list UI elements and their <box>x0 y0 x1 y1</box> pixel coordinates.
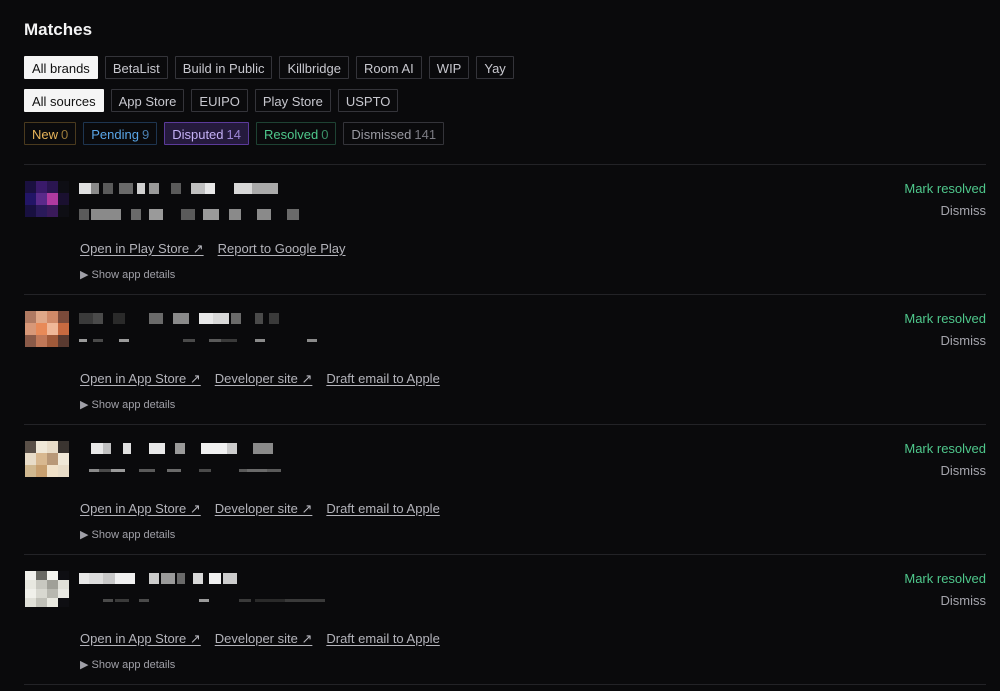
show-app-details-toggle[interactable]: ▶ Show app details <box>80 398 175 411</box>
match-row: Open in App Store ↗ Developer site ↗ Dra… <box>24 555 986 685</box>
source-chip-euipo[interactable]: EUIPO <box>191 89 248 112</box>
open-in-app-store-link[interactable]: Open in App Store ↗ <box>80 501 201 517</box>
status-chip-dismissed[interactable]: Dismissed 141 <box>343 122 445 145</box>
developer-site-link[interactable]: Developer site ↗ <box>215 631 313 647</box>
status-count: 14 <box>226 127 241 142</box>
developer-site-link[interactable]: Developer site ↗ <box>215 501 313 517</box>
source-chip-uspto[interactable]: USPTO <box>337 89 399 112</box>
brand-chip-room-ai[interactable]: Room AI <box>355 56 422 79</box>
dismiss-button[interactable]: Dismiss <box>904 593 987 608</box>
brand-chip-wip[interactable]: WIP <box>428 56 470 79</box>
developer-site-link[interactable]: Developer site ↗ <box>215 371 313 387</box>
app-name-redacted <box>79 573 237 584</box>
show-app-details-toggle[interactable]: ▶ Show app details <box>80 658 175 671</box>
app-name-redacted <box>79 313 279 324</box>
match-actions: Mark resolved Dismiss <box>904 181 986 218</box>
match-actions: Mark resolved Dismiss <box>904 311 986 348</box>
draft-email-to-apple-link[interactable]: Draft email to Apple <box>326 371 439 387</box>
status-chip-new[interactable]: New 0 <box>24 122 77 145</box>
mark-resolved-button[interactable]: Mark resolved <box>904 311 986 326</box>
app-subtitle-redacted <box>79 339 317 342</box>
show-app-details-toggle[interactable]: ▶ Show app details <box>80 268 175 281</box>
app-subtitle-redacted <box>79 209 299 220</box>
dismiss-button[interactable]: Dismiss <box>904 333 987 348</box>
brand-chip-all[interactable]: All brands <box>24 56 98 79</box>
match-row: Open in App Store ↗ Developer site ↗ Dra… <box>24 295 986 425</box>
source-filter: All sources App Store EUIPO Play Store U… <box>24 89 986 112</box>
brand-chip-killbridge[interactable]: Killbridge <box>279 56 349 79</box>
app-icon-pixelated <box>25 441 69 477</box>
app-icon-pixelated <box>25 571 69 607</box>
status-count: 9 <box>141 127 150 142</box>
status-filter: New 0 Pending 9 Disputed 14 Resolved 0 Dismi… <box>24 122 986 145</box>
brand-chip-build-in-public[interactable]: Build in Public <box>174 56 273 79</box>
match-actions: Mark resolved Dismiss <box>904 441 986 478</box>
status-label: Resolved <box>263 127 319 142</box>
match-links: Open in App Store ↗ Developer site ↗ Dra… <box>80 631 440 647</box>
status-label: Pending <box>91 127 139 142</box>
status-count: 0 <box>321 127 329 142</box>
mark-resolved-button[interactable]: Mark resolved <box>904 441 986 456</box>
source-chip-app-store[interactable]: App Store <box>110 89 185 112</box>
app-name-redacted <box>91 443 273 454</box>
brand-chip-yay[interactable]: Yay <box>476 56 514 79</box>
match-list: Open in Play Store ↗ Report to Google Pl… <box>24 164 986 685</box>
page-title: Matches <box>24 20 93 39</box>
source-chip-play-store[interactable]: Play Store <box>254 89 331 112</box>
match-links: Open in App Store ↗ Developer site ↗ Dra… <box>80 501 440 517</box>
status-chip-disputed[interactable]: Disputed 14 <box>164 122 249 145</box>
app-icon-pixelated <box>25 311 69 347</box>
open-in-app-store-link[interactable]: Open in App Store ↗ <box>80 631 201 647</box>
app-name-redacted <box>79 183 278 194</box>
mark-resolved-button[interactable]: Mark resolved <box>904 181 986 196</box>
app-subtitle-redacted <box>103 599 325 602</box>
match-row: Open in Play Store ↗ Report to Google Pl… <box>24 165 986 295</box>
draft-email-to-apple-link[interactable]: Draft email to Apple <box>326 501 439 517</box>
status-chip-pending[interactable]: Pending 9 <box>83 122 158 145</box>
app-subtitle-redacted <box>89 469 281 472</box>
status-label: Disputed <box>172 127 224 142</box>
dismiss-button[interactable]: Dismiss <box>904 203 987 218</box>
status-chip-resolved[interactable]: Resolved 0 <box>255 122 337 145</box>
page: Matches All brands BetaList Build in Pub… <box>0 0 1000 685</box>
open-in-app-store-link[interactable]: Open in App Store ↗ <box>80 371 201 387</box>
report-to-google-play-link[interactable]: Report to Google Play <box>218 241 346 257</box>
status-count: 0 <box>61 127 69 142</box>
draft-email-to-apple-link[interactable]: Draft email to Apple <box>326 631 439 647</box>
open-in-play-store-link[interactable]: Open in Play Store ↗ <box>80 241 204 257</box>
status-count: 141 <box>414 127 437 142</box>
show-app-details-toggle[interactable]: ▶ Show app details <box>80 528 175 541</box>
match-row: Open in App Store ↗ Developer site ↗ Dra… <box>24 425 986 555</box>
source-chip-all[interactable]: All sources <box>24 89 104 112</box>
mark-resolved-button[interactable]: Mark resolved <box>904 571 986 586</box>
status-label: Dismissed <box>351 127 412 142</box>
match-links: Open in Play Store ↗ Report to Google Pl… <box>80 241 346 257</box>
match-links: Open in App Store ↗ Developer site ↗ Dra… <box>80 371 440 387</box>
status-label: New <box>32 127 59 142</box>
dismiss-button[interactable]: Dismiss <box>904 463 987 478</box>
match-actions: Mark resolved Dismiss <box>904 571 986 608</box>
brand-chip-betalist[interactable]: BetaList <box>104 56 168 79</box>
app-icon-pixelated <box>25 181 69 217</box>
brand-filter: All brands BetaList Build in Public Kill… <box>24 56 986 79</box>
